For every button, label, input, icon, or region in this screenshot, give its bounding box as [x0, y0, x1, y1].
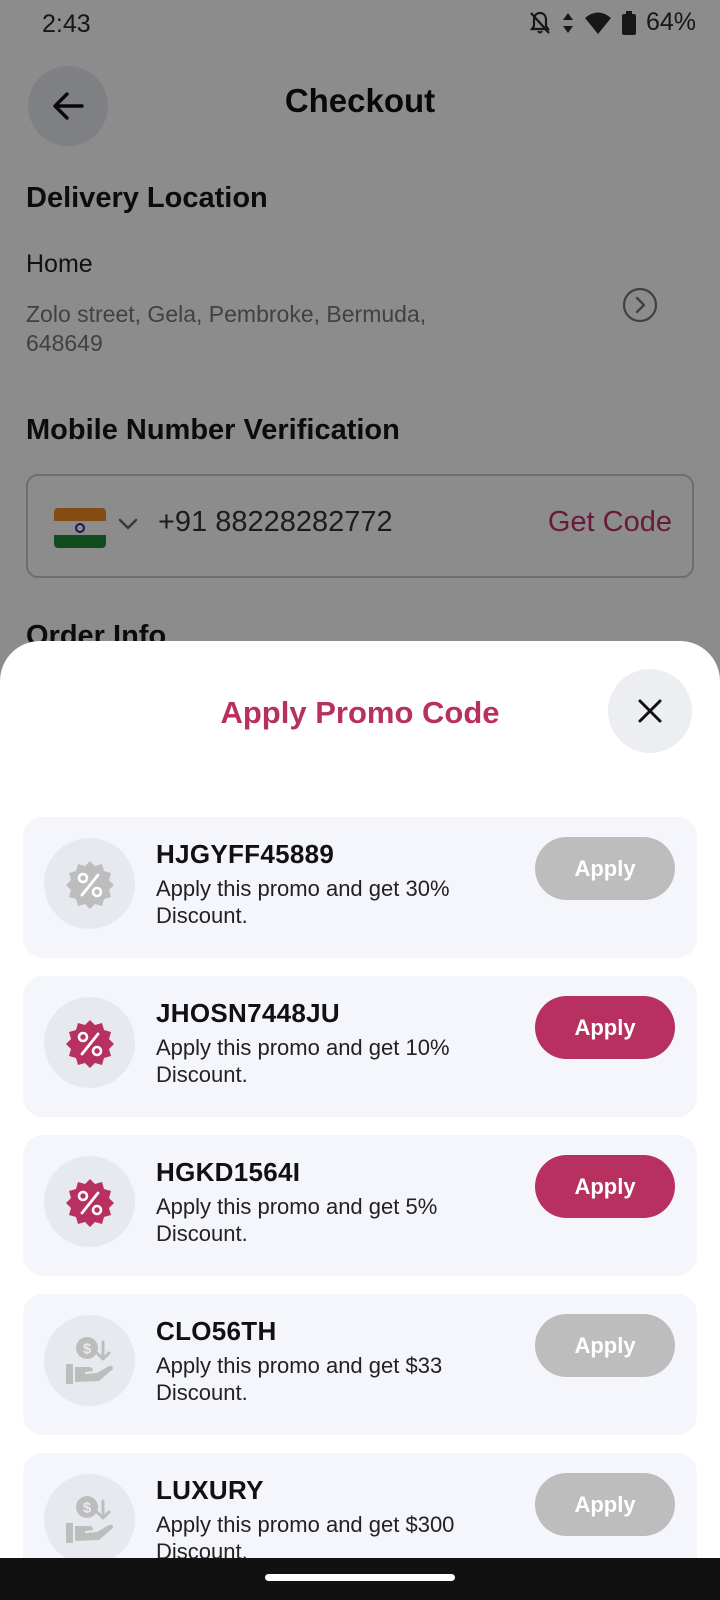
cash-hand-icon: $ — [44, 1315, 135, 1406]
promo-card: $ LUXURY Apply this promo and get $300 Di… — [23, 1453, 697, 1560]
apply-promo-button[interactable]: Apply — [535, 996, 675, 1059]
home-gesture-handle[interactable] — [265, 1574, 455, 1581]
svg-text:$: $ — [82, 1499, 91, 1516]
percent-badge-icon — [44, 838, 135, 929]
promo-card: HJGYFF45889 Apply this promo and get 30% … — [23, 817, 697, 958]
promo-card: JHOSN7448JU Apply this promo and get 10% … — [23, 976, 697, 1117]
percent-badge-icon — [44, 1156, 135, 1247]
navigation-bar — [0, 1558, 720, 1600]
promo-code: HJGYFF45889 — [156, 839, 335, 869]
promo-code: LUXURY — [156, 1475, 264, 1505]
promo-card: $ CLO56TH Apply this promo and get $33 Di… — [23, 1294, 697, 1435]
promo-code: JHOSN7448JU — [156, 998, 340, 1028]
svg-text:$: $ — [82, 1340, 91, 1357]
promo-description: Apply this promo and get $33 Discount. — [156, 1353, 443, 1405]
apply-promo-button[interactable]: Apply — [535, 1473, 675, 1536]
close-icon — [638, 699, 662, 723]
promo-description: Apply this promo and get 5% Discount. — [156, 1194, 438, 1246]
promo-card: HGKD1564I Apply this promo and get 5% Dis… — [23, 1135, 697, 1276]
apply-promo-button[interactable]: Apply — [535, 1314, 675, 1377]
apply-promo-button[interactable]: Apply — [535, 1155, 675, 1218]
promo-code: HGKD1564I — [156, 1157, 301, 1187]
promo-description: Apply this promo and get 10% Discount. — [156, 1035, 450, 1087]
cash-hand-icon: $ — [44, 1474, 135, 1560]
promo-description: Apply this promo and get 30% Discount. — [156, 876, 450, 928]
apply-promo-button[interactable]: Apply — [535, 837, 675, 900]
promo-code: CLO56TH — [156, 1316, 277, 1346]
promo-code-sheet: Apply Promo Code HJGYFF45889 Apply this p… — [0, 641, 720, 1560]
close-button[interactable] — [608, 669, 692, 753]
promo-description: Apply this promo and get $300 Discount. — [156, 1512, 455, 1560]
percent-badge-icon — [44, 997, 135, 1088]
